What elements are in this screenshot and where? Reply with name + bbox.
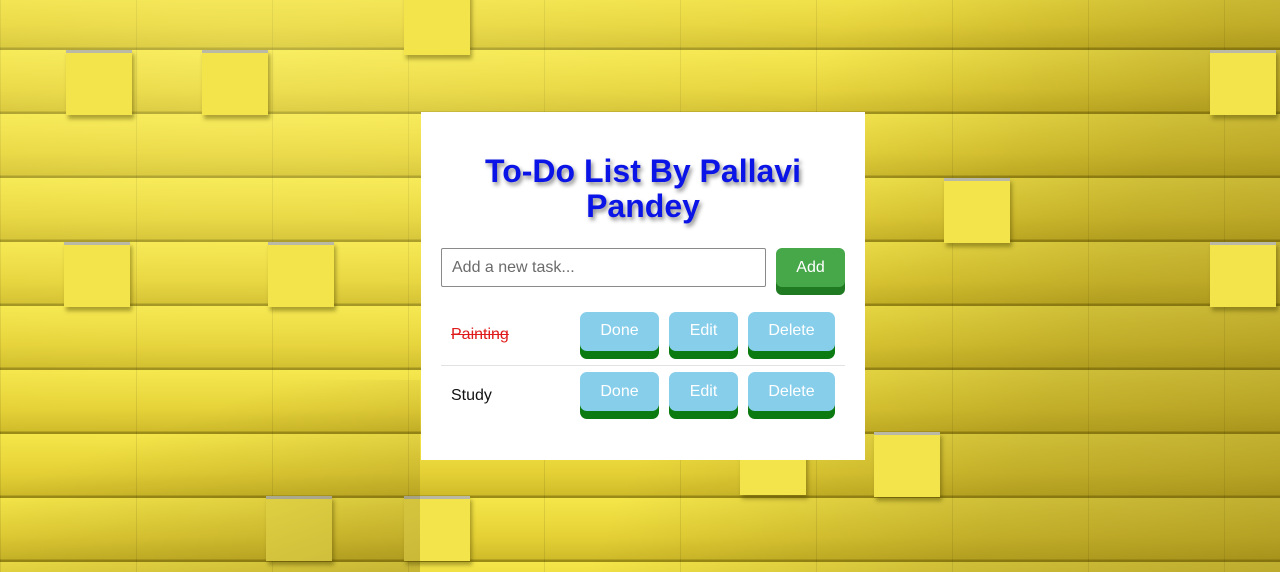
- sticky-note: [1210, 50, 1276, 115]
- done-button[interactable]: Done: [580, 311, 659, 351]
- sticky-note: [66, 50, 132, 115]
- new-task-input[interactable]: [441, 248, 766, 287]
- edit-button[interactable]: Edit: [669, 311, 738, 351]
- sticky-note: [404, 496, 470, 561]
- add-task-button[interactable]: Add: [776, 248, 845, 287]
- task-row: Painting Done Edit Delete: [441, 305, 845, 365]
- sticky-note: [944, 178, 1010, 243]
- sticky-note: [64, 242, 130, 307]
- sticky-note: [266, 496, 332, 561]
- sticky-note: [202, 50, 268, 115]
- sticky-note: [268, 242, 334, 307]
- task-list: Painting Done Edit Delete Study Done Edi…: [441, 305, 845, 425]
- task-name: Study: [451, 386, 492, 404]
- add-task-row: Add: [441, 248, 845, 287]
- task-row: Study Done Edit Delete: [441, 365, 845, 425]
- sticky-note: [874, 432, 940, 497]
- sticky-note: [404, 0, 470, 55]
- done-button[interactable]: Done: [580, 372, 659, 411]
- sticky-note: [1210, 242, 1276, 307]
- delete-button[interactable]: Delete: [748, 311, 835, 351]
- page-title: To-Do List By Pallavi Pandey: [485, 153, 801, 224]
- todo-card: To-Do List By Pallavi Pandey Add Paintin…: [421, 112, 865, 460]
- edit-button[interactable]: Edit: [669, 372, 738, 411]
- delete-button[interactable]: Delete: [748, 372, 835, 411]
- task-name: Painting: [451, 326, 509, 343]
